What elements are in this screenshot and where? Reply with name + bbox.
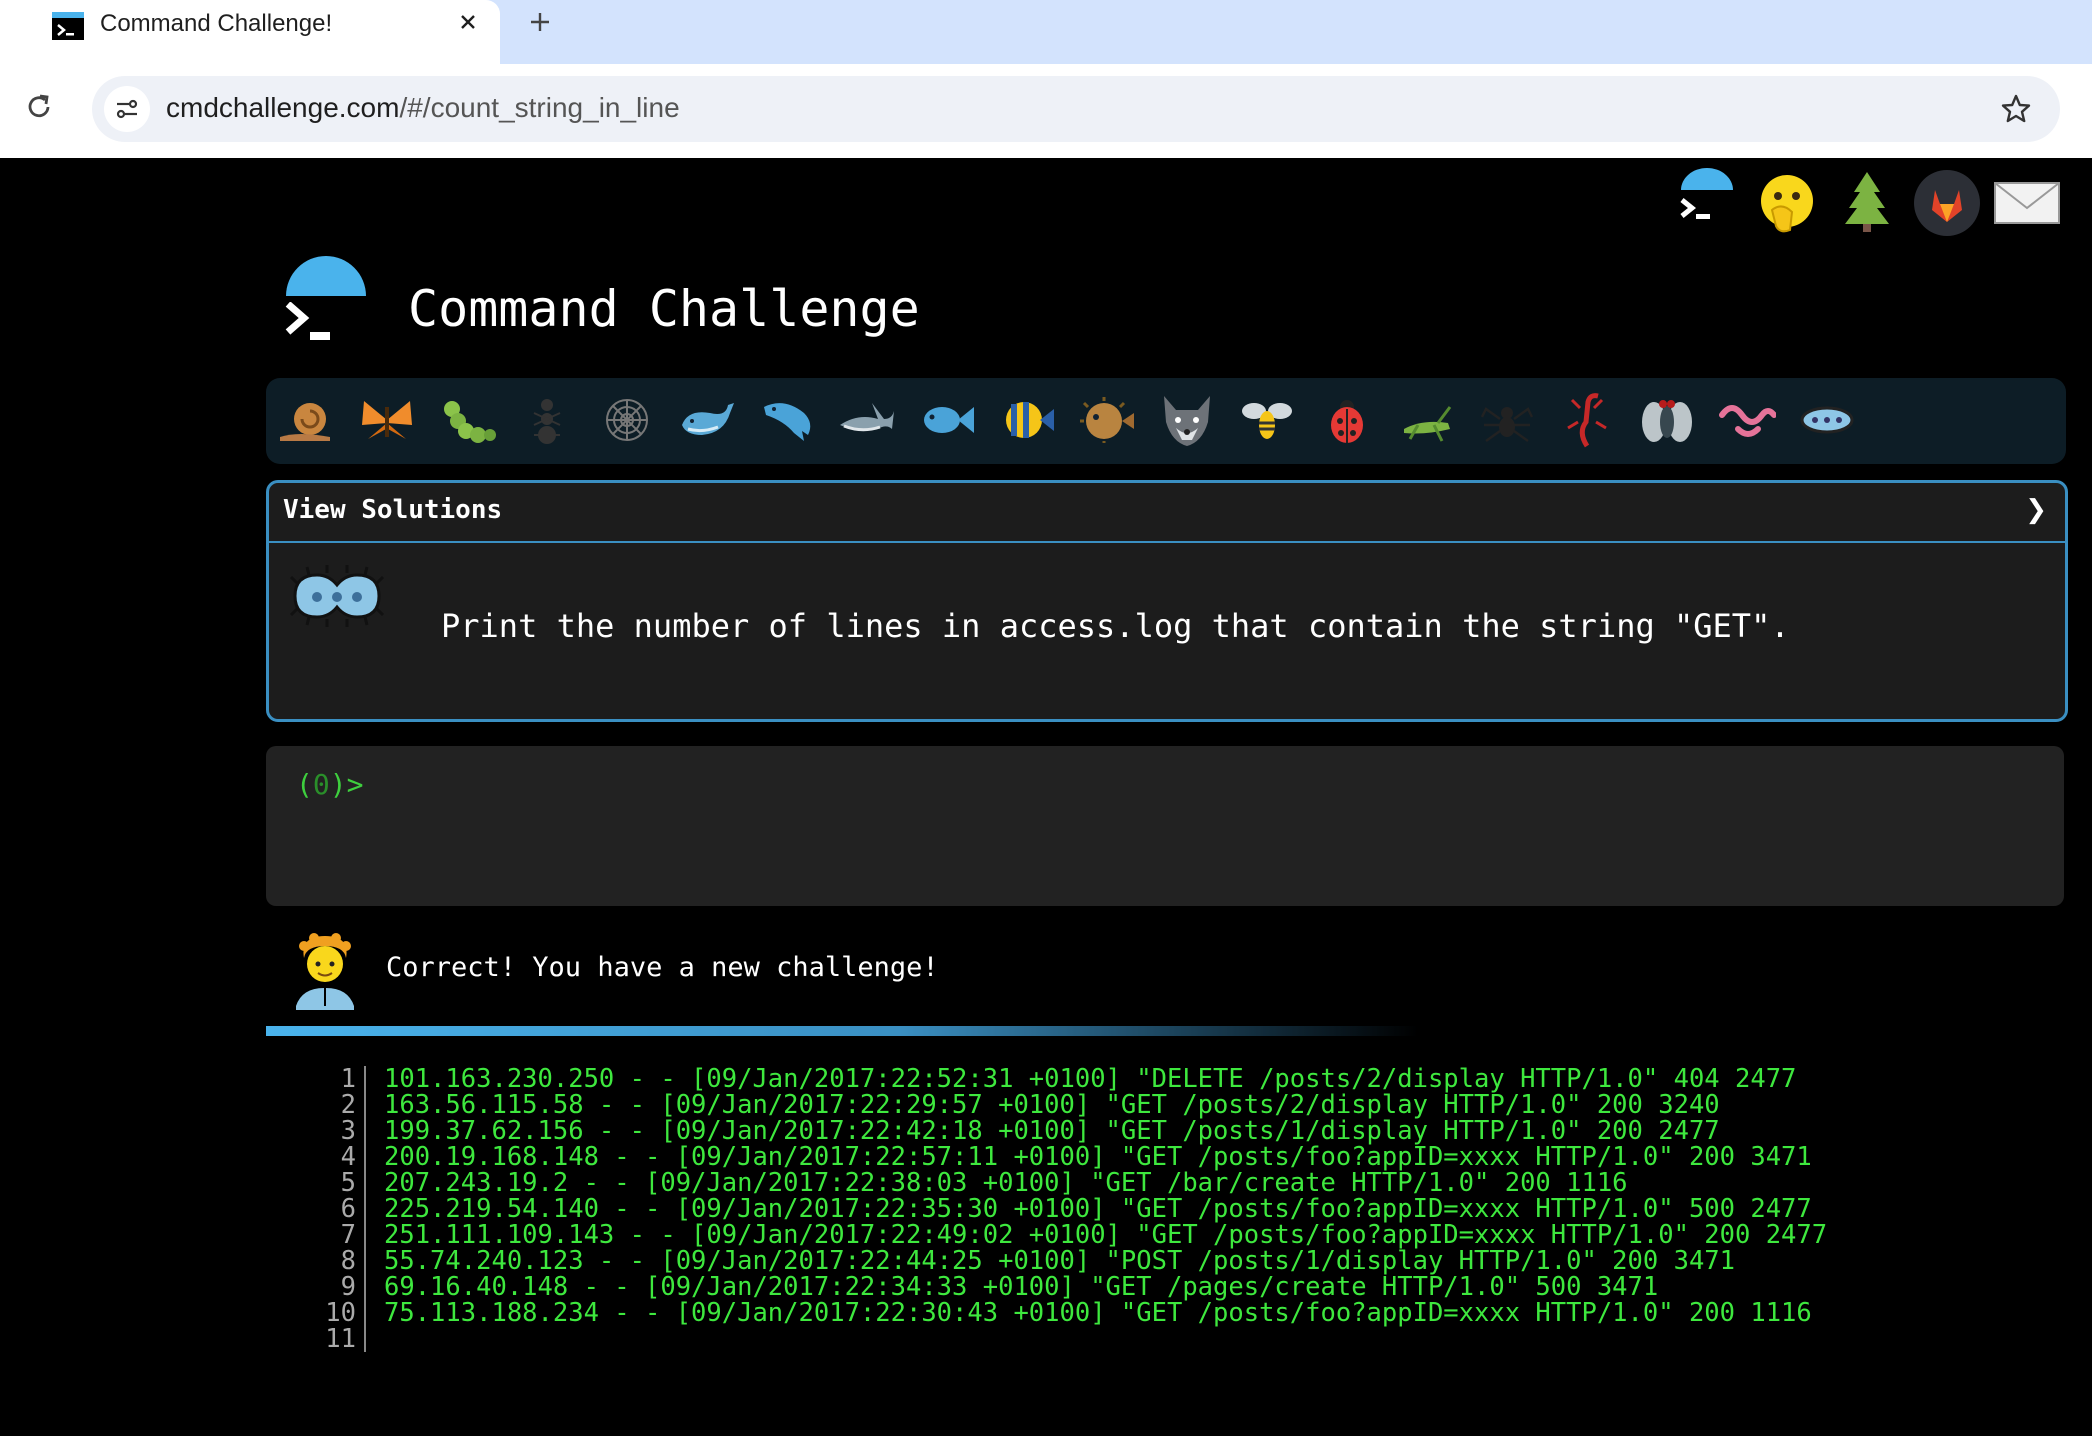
log-line: 55.74.240.123 - - [09/Jan/2017:22:44:25 … (384, 1246, 1736, 1276)
browser-tab[interactable]: Command Challenge! (0, 0, 500, 64)
line-number: 4 (340, 1142, 356, 1172)
spider-web-icon[interactable] (596, 388, 658, 452)
url-path: /#/count_string_in_line (399, 92, 680, 123)
site-settings-icon[interactable] (104, 86, 150, 132)
line-number: 5 (340, 1168, 356, 1198)
log-line: 207.243.19.2 - - [09/Jan/2017:22:38:03 +… (384, 1168, 1628, 1198)
line-number: 2 (340, 1090, 356, 1120)
prompt-close: )> (329, 768, 364, 801)
challenge-description: Print the number of lines in access.log … (441, 607, 1790, 645)
log-line: 69.16.40.148 - - [09/Jan/2017:22:34:33 +… (384, 1272, 1659, 1302)
dolphin-icon[interactable] (756, 388, 818, 452)
view-solutions-toggle[interactable]: View Solutions ❯ (269, 483, 2065, 543)
terminal-prompt-icon (285, 302, 330, 340)
logo-dome (286, 256, 366, 296)
gitlab-icon[interactable] (1912, 168, 1982, 238)
line-number: 10 (325, 1298, 356, 1328)
url-text[interactable]: cmdchallenge.com/#/count_string_in_line (166, 92, 680, 124)
fish-icon[interactable] (916, 388, 978, 452)
face-with-hand-over-mouth-icon[interactable] (1752, 168, 1822, 238)
url-host: cmdchallenge.com (166, 92, 400, 123)
file-viewer: 1 2 3 4 5 6 7 8 9 10 11 101.163.230.250 - - [09/Ja… (300, 1066, 2080, 1396)
person-avatar-icon (290, 928, 360, 1010)
line-number: 8 (340, 1246, 356, 1276)
line-number: 9 (340, 1272, 356, 1302)
progress-bar (266, 1026, 2066, 1036)
tab-title: Command Challenge! (100, 10, 333, 37)
terminal-favicon-icon (52, 12, 84, 40)
address-bar[interactable]: cmdchallenge.com/#/count_string_in_line (92, 76, 2060, 142)
log-line: 75.113.188.234 - - [09/Jan/2017:22:30:43… (384, 1298, 1812, 1328)
line-number: 11 (325, 1324, 356, 1354)
site-logo (280, 256, 370, 356)
line-number: 3 (340, 1116, 356, 1146)
log-line: 225.219.54.140 - - [09/Jan/2017:22:35:30… (384, 1194, 1812, 1224)
bookmark-star-icon[interactable] (2000, 93, 2032, 125)
envelope-icon[interactable] (1992, 168, 2062, 238)
prompt-open: ( (296, 768, 313, 801)
shark-icon[interactable] (836, 388, 898, 452)
browser-tabstrip: Command Challenge! (0, 0, 2092, 64)
scorpion-icon[interactable] (1556, 388, 1618, 452)
reload-icon[interactable] (24, 92, 54, 122)
log-line: 101.163.230.250 - - [09/Jan/2017:22:52:3… (384, 1064, 1797, 1094)
whale-icon[interactable] (676, 388, 738, 452)
bee-icon[interactable] (1236, 388, 1298, 452)
site-title: Command Challenge (408, 280, 920, 338)
browser-toolbar: cmdchallenge.com/#/count_string_in_line (0, 64, 2092, 159)
evergreen-tree-icon[interactable] (1832, 168, 1902, 238)
view-solutions-label: View Solutions (283, 495, 503, 525)
file-content: 101.163.230.250 - - [09/Jan/2017:22:52:3… (384, 1066, 1827, 1352)
worm-icon[interactable] (1716, 388, 1778, 452)
top-icon-bar (1672, 164, 2072, 240)
result-message: Correct! You have a new challenge! (386, 952, 939, 983)
butterfly-icon[interactable] (356, 388, 418, 452)
log-line: 200.19.168.148 - - [09/Jan/2017:22:57:11… (384, 1142, 1812, 1172)
microbe-icon[interactable] (1796, 388, 1858, 452)
chevron-right-icon: ❯ (2025, 495, 2047, 525)
fly-icon[interactable] (1636, 388, 1698, 452)
result-row: Correct! You have a new challenge! (266, 926, 2066, 1026)
cricket-icon[interactable] (1396, 388, 1458, 452)
prompt-count: 0 (312, 768, 330, 801)
blowfish-icon[interactable] (1076, 388, 1138, 452)
log-line: 199.37.62.156 - - [09/Jan/2017:22:42:18 … (384, 1116, 1720, 1146)
microbe-icon (287, 561, 387, 631)
tropical-fish-icon[interactable] (996, 388, 1058, 452)
line-number: 6 (340, 1194, 356, 1224)
challenge-panel: View Solutions ❯ Print the number of lin… (266, 480, 2068, 722)
terminal-logo-icon[interactable] (1672, 168, 1742, 238)
wolf-icon[interactable] (1156, 388, 1218, 452)
ant-icon[interactable] (516, 388, 578, 452)
challenge-critter-bar (266, 378, 2066, 464)
spider-icon[interactable] (1476, 388, 1538, 452)
snail-icon[interactable] (276, 388, 338, 452)
page: Command Challenge View Solutions ❯ Print… (0, 158, 2092, 1436)
line-number: 1 (340, 1064, 356, 1094)
close-tab-icon[interactable] (456, 10, 480, 34)
log-line: 163.56.115.58 - - [09/Jan/2017:22:29:57 … (384, 1090, 1720, 1120)
caterpillar-icon[interactable] (436, 388, 498, 452)
log-line: 251.111.109.143 - - [09/Jan/2017:22:49:0… (384, 1220, 1828, 1250)
line-number-gutter: 1 2 3 4 5 6 7 8 9 10 11 (300, 1066, 366, 1352)
terminal-input[interactable]: (0)> (266, 746, 2064, 906)
terminal-prompt: (0)> (296, 768, 363, 801)
line-number: 7 (340, 1220, 356, 1250)
progress-fill (266, 1026, 1418, 1036)
ladybug-icon[interactable] (1316, 388, 1378, 452)
new-tab-icon[interactable] (528, 10, 552, 34)
